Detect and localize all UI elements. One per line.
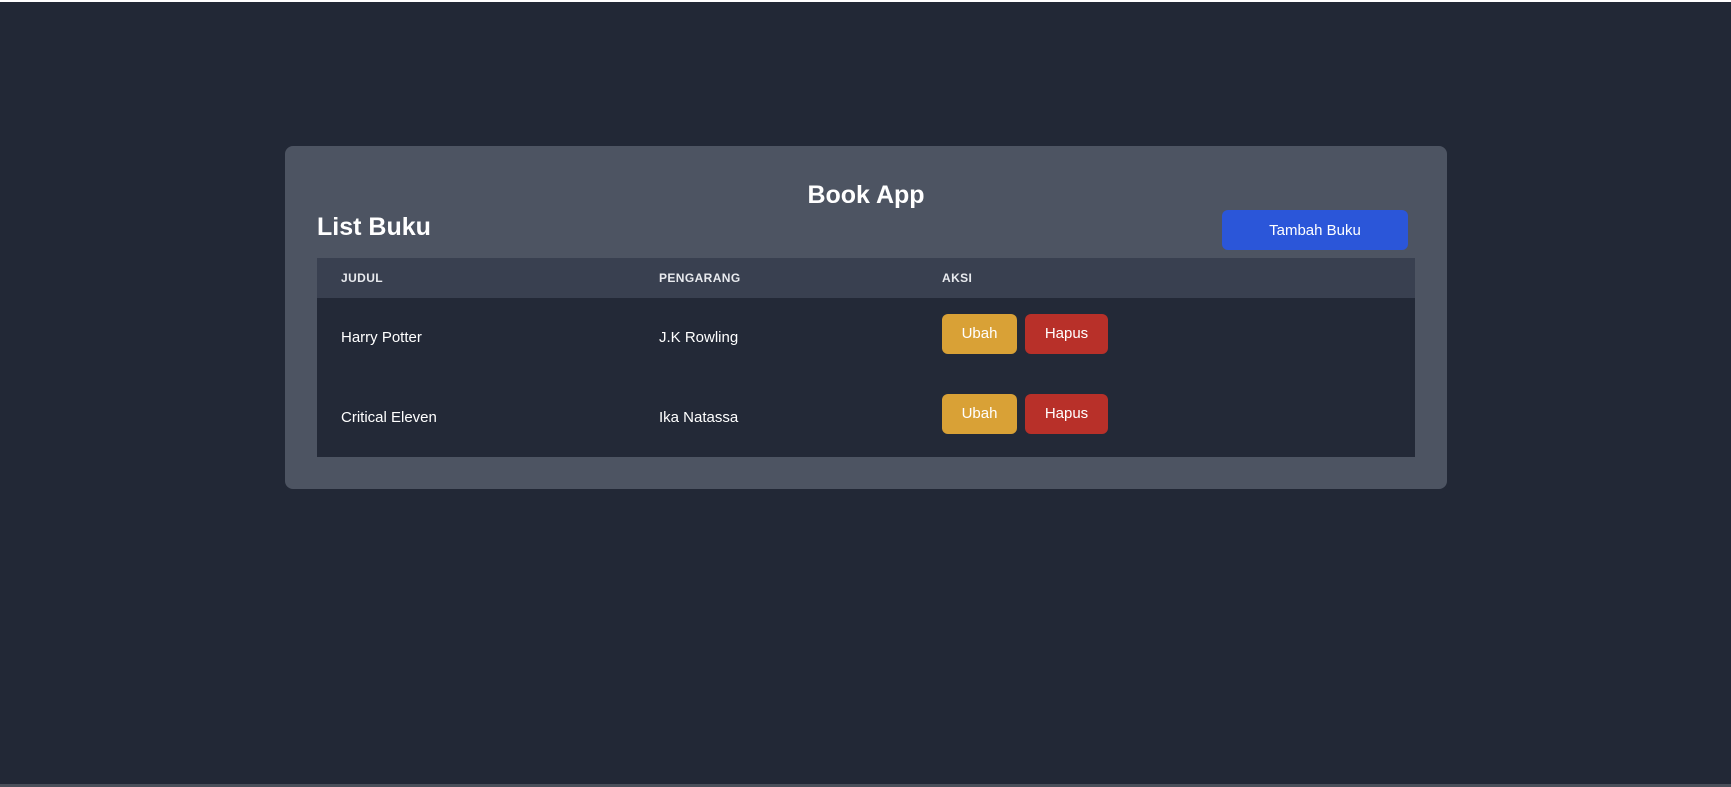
book-title: Critical Eleven bbox=[341, 409, 437, 426]
book-title: Harry Potter bbox=[341, 329, 422, 346]
column-header-pengarang: PENGARANG bbox=[659, 271, 741, 285]
table-header: JUDUL PENGARANG AKSI bbox=[317, 258, 1415, 298]
edit-button[interactable]: Ubah bbox=[942, 314, 1017, 354]
table-row: Critical Eleven Ika Natassa Ubah Hapus bbox=[317, 378, 1415, 458]
table-row: Harry Potter J.K Rowling Ubah Hapus bbox=[317, 298, 1415, 378]
list-title: List Buku bbox=[317, 213, 431, 241]
add-book-button[interactable]: Tambah Buku bbox=[1222, 210, 1408, 250]
book-app-card: Book App List Buku Tambah Buku JUDUL PEN… bbox=[285, 146, 1447, 489]
book-author: J.K Rowling bbox=[659, 329, 739, 346]
column-header-aksi: AKSI bbox=[942, 271, 973, 285]
app-title: Book App bbox=[807, 181, 925, 209]
top-border bbox=[0, 0, 1731, 2]
edit-button[interactable]: Ubah bbox=[942, 394, 1017, 434]
delete-button[interactable]: Hapus bbox=[1025, 314, 1108, 354]
book-table: JUDUL PENGARANG AKSI Harry Potter J.K Ro… bbox=[317, 258, 1415, 457]
delete-button[interactable]: Hapus bbox=[1025, 394, 1108, 434]
column-header-judul: JUDUL bbox=[341, 271, 384, 285]
book-author: Ika Natassa bbox=[659, 409, 739, 426]
